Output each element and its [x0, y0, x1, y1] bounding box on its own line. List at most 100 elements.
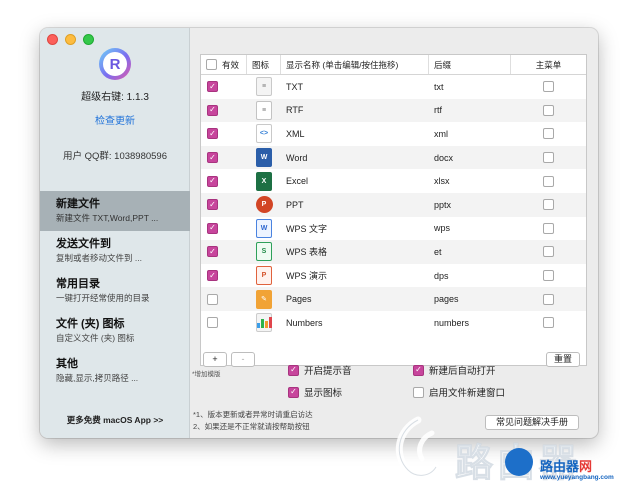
- valid-checkbox[interactable]: [207, 152, 218, 164]
- ext-cell[interactable]: et: [429, 247, 511, 257]
- sidebar-item-folder-icons[interactable]: 文件 (夹) 图标 自定义文件 (夹) 图标: [40, 311, 190, 351]
- ext-cell[interactable]: xml: [429, 129, 511, 139]
- name-cell[interactable]: PPT: [281, 200, 429, 210]
- table-row[interactable]: ≡ TXTtxt: [201, 75, 586, 99]
- main-menu-checkbox[interactable]: [543, 81, 554, 93]
- name-cell[interactable]: WPS 文字: [281, 222, 429, 235]
- sidebar-item-common-dirs[interactable]: 常用目录 一键打开经常使用的目录: [40, 271, 190, 311]
- check-update-link[interactable]: 检查更新: [40, 112, 190, 127]
- name-cell[interactable]: XML: [281, 129, 429, 139]
- column-header-icon[interactable]: 图标: [247, 55, 281, 74]
- column-header-menu[interactable]: 主菜单: [511, 55, 586, 74]
- watermark-router-icon: [505, 448, 533, 476]
- name-cell[interactable]: WPS 演示: [281, 269, 429, 282]
- txt-file-icon: ≡: [256, 77, 272, 97]
- valid-checkbox[interactable]: [207, 293, 218, 305]
- valid-checkbox[interactable]: [207, 199, 218, 211]
- sidebar-item-other[interactable]: 其他 隐藏,显示,拷贝路径 ...: [40, 351, 190, 391]
- close-window-button[interactable]: [47, 34, 58, 45]
- table-row[interactable]: W Worddocx: [201, 145, 586, 170]
- valid-checkbox[interactable]: [207, 81, 218, 93]
- main-menu-checkbox[interactable]: [543, 152, 554, 164]
- show-icons-checkbox[interactable]: [288, 386, 299, 398]
- sidebar-item-send-to[interactable]: 发送文件到 复制或者移动文件到 ...: [40, 231, 190, 271]
- table-row[interactable]: S WPS 表格et: [201, 240, 586, 264]
- new-window-checkbox[interactable]: [413, 386, 424, 398]
- valid-cell: [201, 175, 247, 187]
- ext-cell[interactable]: txt: [429, 82, 511, 92]
- faq-button[interactable]: 常见问题解决手册: [485, 415, 579, 430]
- ext-cell[interactable]: dps: [429, 271, 511, 281]
- name-cell[interactable]: RTF: [281, 105, 429, 115]
- table-row[interactable]: P PPTpptx: [201, 192, 586, 217]
- ext-cell[interactable]: wps: [429, 223, 511, 233]
- table-row[interactable]: P WPS 演示dps: [201, 264, 586, 288]
- option-show-icons[interactable]: 显示图标: [288, 385, 342, 399]
- sidebar-item-desc: 隐藏,显示,拷贝路径 ...: [56, 373, 139, 383]
- option-auto-open[interactable]: 新建后自动打开: [413, 363, 496, 377]
- valid-cell: [201, 81, 247, 93]
- sidebar-item-new-file[interactable]: 新建文件 新建文件 TXT,Word,PPT ...: [40, 191, 190, 231]
- option-new-window[interactable]: 启用文件新建窗口: [413, 385, 505, 399]
- remove-template-button[interactable]: -: [231, 352, 255, 367]
- valid-checkbox[interactable]: [207, 270, 218, 282]
- main-menu-checkbox[interactable]: [543, 293, 554, 305]
- option-sound[interactable]: 开启提示音: [288, 363, 352, 377]
- sidebar-item-desc: 一键打开经常使用的目录: [56, 293, 150, 303]
- show-icons-label: 显示图标: [304, 388, 343, 399]
- ext-cell[interactable]: xlsx: [429, 176, 511, 186]
- name-cell[interactable]: WPS 表格: [281, 245, 429, 258]
- menu-cell: [511, 104, 586, 116]
- column-header-valid[interactable]: 有效: [201, 55, 247, 74]
- main-menu-checkbox[interactable]: [543, 317, 554, 329]
- valid-checkbox[interactable]: [207, 246, 218, 258]
- ext-cell[interactable]: rtf: [429, 105, 511, 115]
- valid-cell: [201, 152, 247, 164]
- add-template-button[interactable]: +: [203, 352, 227, 367]
- name-cell[interactable]: Pages: [281, 294, 429, 304]
- main-menu-checkbox[interactable]: [543, 128, 554, 140]
- minimize-window-button[interactable]: [65, 34, 76, 45]
- table-row[interactable]: ≡ RTFrtf: [201, 98, 586, 123]
- valid-cell: [201, 293, 247, 305]
- app-logo-icon: R: [99, 48, 131, 80]
- table-row[interactable]: X Excelxlsx: [201, 169, 586, 193]
- ext-cell[interactable]: pages: [429, 294, 511, 304]
- auto-open-checkbox[interactable]: [413, 364, 424, 376]
- more-apps-link[interactable]: 更多免费 macOS App >>: [40, 414, 190, 426]
- valid-checkbox[interactable]: [207, 104, 218, 116]
- ext-cell[interactable]: docx: [429, 153, 511, 163]
- name-cell[interactable]: Word: [281, 153, 429, 163]
- main-menu-checkbox[interactable]: [543, 270, 554, 282]
- table-row[interactable]: ✎ Pages pages: [201, 287, 586, 311]
- valid-checkbox[interactable]: [207, 317, 218, 329]
- ext-cell[interactable]: numbers: [429, 318, 511, 328]
- main-menu-checkbox[interactable]: [543, 222, 554, 234]
- main-menu-checkbox[interactable]: [543, 246, 554, 258]
- main-menu-checkbox[interactable]: [543, 199, 554, 211]
- wps-writer-icon: W: [256, 218, 272, 238]
- name-cell[interactable]: Numbers: [281, 318, 429, 328]
- window-controls: [47, 34, 94, 45]
- icon-cell: ✎: [247, 289, 281, 309]
- reset-button[interactable]: 重置: [546, 352, 580, 367]
- select-all-checkbox[interactable]: [206, 59, 217, 70]
- name-cell[interactable]: Excel: [281, 176, 429, 186]
- valid-checkbox[interactable]: [207, 222, 218, 234]
- column-header-ext[interactable]: 后缀: [429, 55, 511, 74]
- ext-cell[interactable]: pptx: [429, 200, 511, 210]
- name-cell[interactable]: TXT: [281, 82, 429, 92]
- sound-checkbox[interactable]: [288, 364, 299, 376]
- icon-cell: ≡: [247, 77, 281, 97]
- main-menu-checkbox[interactable]: [543, 104, 554, 116]
- table-row[interactable]: W WPS 文字wps: [201, 217, 586, 241]
- zoom-window-button[interactable]: [83, 34, 94, 45]
- valid-checkbox[interactable]: [207, 128, 218, 140]
- valid-cell: [201, 317, 247, 329]
- menu-cell: [511, 293, 586, 305]
- table-row[interactable]: <> XMLxml: [201, 122, 586, 146]
- table-row[interactable]: Numbers numbers: [201, 311, 586, 335]
- main-menu-checkbox[interactable]: [543, 175, 554, 187]
- column-header-name[interactable]: 显示名称 (单击编辑/按住拖移): [281, 55, 429, 74]
- valid-checkbox[interactable]: [207, 175, 218, 187]
